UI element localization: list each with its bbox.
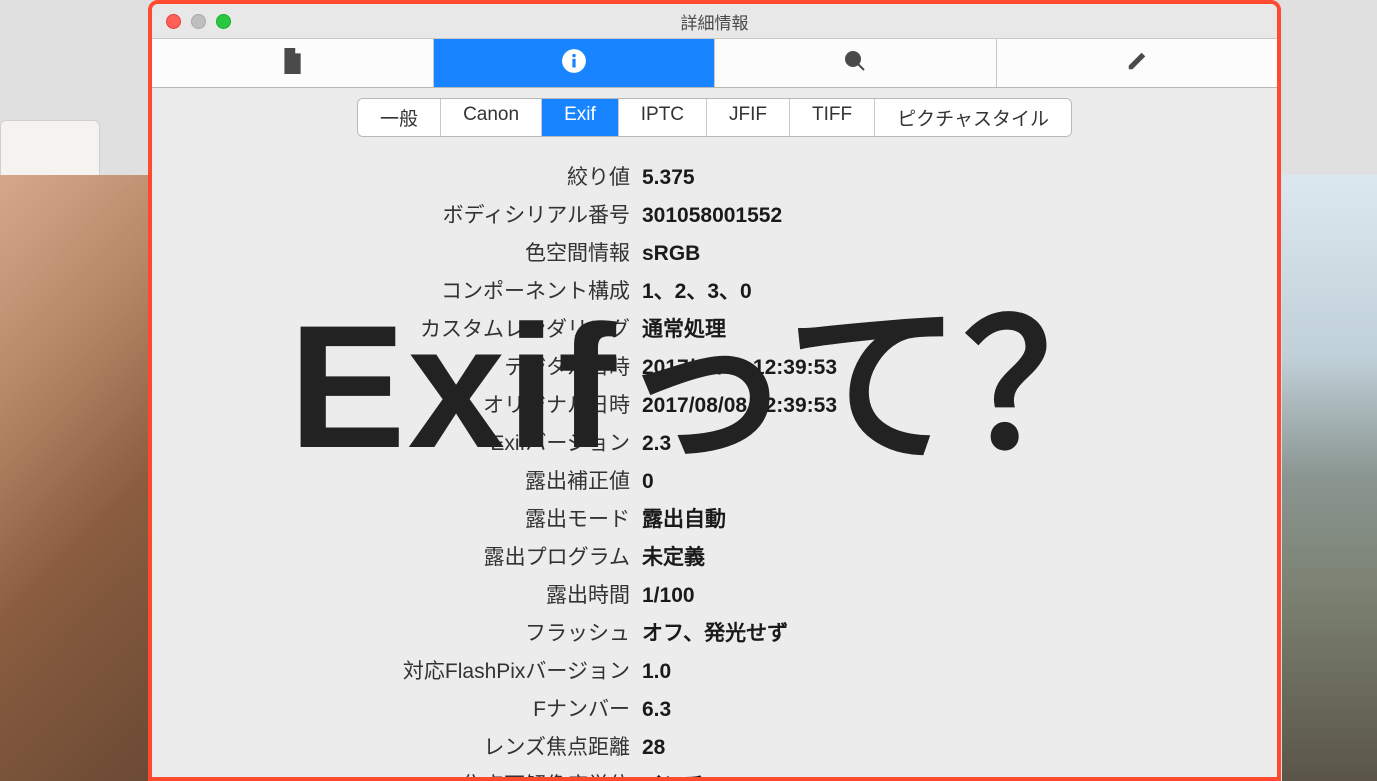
property-label: 露出補正値 [152,465,642,495]
property-row: 焦点面解像度単位インチ [152,765,1277,781]
segmented-control: 一般CanonExifIPTCJFIFTIFFピクチャスタイル [152,88,1277,147]
property-row: 色空間情報sRGB [152,233,1277,271]
property-value: 通常処理 [642,313,726,343]
property-value: 2017/08/08 12:39:53 [642,356,837,380]
property-label: Fナンバー [152,693,642,723]
property-row: Fナンバー6.3 [152,689,1277,727]
tab-jfif[interactable]: JFIF [707,99,790,136]
edit-tab-button[interactable] [997,39,1278,87]
search-icon [843,49,867,78]
property-value: 未定義 [642,541,705,571]
parent-window-panel [0,120,100,180]
property-label: フラッシュ [152,617,642,647]
tab-tiff[interactable]: TIFF [790,99,875,136]
property-label: 対応FlashPixバージョン [152,655,642,685]
property-value: 0 [642,470,654,494]
property-row: Exifバージョン2.3 [152,423,1277,461]
property-label: カスタムレンダリング [152,313,642,343]
property-label: 焦点面解像度単位 [152,769,642,781]
file-icon [281,48,303,79]
file-tab-button[interactable] [152,39,434,87]
property-value: 1、2、3、0 [642,275,752,305]
property-label: 絞り値 [152,161,642,191]
property-label: Exifバージョン [152,427,642,457]
property-value: 1/100 [642,584,695,608]
property-value: sRGB [642,242,700,266]
property-row: デジタル日時2017/08/08 12:39:53 [152,347,1277,385]
tab-iptc[interactable]: IPTC [619,99,707,136]
close-button[interactable] [166,14,181,29]
zoom-button[interactable] [216,14,231,29]
titlebar: 詳細情報 [152,4,1277,38]
property-value: 2.3 [642,432,671,456]
property-label: 色空間情報 [152,237,642,267]
property-label: ボディシリアル番号 [152,199,642,229]
property-value: 28 [642,736,665,760]
property-value: 露出自動 [642,503,726,533]
property-value: インチ [642,769,705,781]
property-row: フラッシュオフ、発光せず [152,613,1277,651]
toolbar [152,38,1277,88]
exif-properties: 絞り値5.375ボディシリアル番号301058001552色空間情報sRGBコン… [152,147,1277,781]
property-value: 5.375 [642,166,695,190]
property-value: 1.0 [642,660,671,684]
property-row: 露出補正値0 [152,461,1277,499]
property-label: レンズ焦点距離 [152,731,642,761]
property-row: コンポーネント構成1、2、3、0 [152,271,1277,309]
property-value: 2017/08/08 12:39:53 [642,394,837,418]
property-label: デジタル日時 [152,351,642,381]
pencil-icon [1126,50,1148,77]
background-image-left [0,175,148,781]
property-label: オリジナル日時 [152,389,642,419]
tab-canon[interactable]: Canon [441,99,542,136]
info-icon [561,48,587,79]
tab-ピクチャスタイル[interactable]: ピクチャスタイル [875,99,1071,136]
property-value: 301058001552 [642,204,782,228]
property-row: 対応FlashPixバージョン1.0 [152,651,1277,689]
info-tab-button[interactable] [434,39,716,87]
property-value: オフ、発光せず [642,617,788,647]
traffic-lights [152,14,231,29]
property-row: オリジナル日時2017/08/08 12:39:53 [152,385,1277,423]
property-row: 露出プログラム未定義 [152,537,1277,575]
property-row: 露出時間1/100 [152,575,1277,613]
tab-一般[interactable]: 一般 [358,99,441,136]
search-tab-button[interactable] [715,39,997,87]
info-window: 詳細情報 一般CanonExifIPTCJFIFTIFFピクチャスタイル 絞り値… [148,0,1281,781]
property-row: カスタムレンダリング通常処理 [152,309,1277,347]
window-title: 詳細情報 [152,9,1277,34]
property-value: 6.3 [642,698,671,722]
property-label: 露出プログラム [152,541,642,571]
tab-exif[interactable]: Exif [542,99,619,136]
property-label: コンポーネント構成 [152,275,642,305]
property-row: 露出モード露出自動 [152,499,1277,537]
property-row: ボディシリアル番号301058001552 [152,195,1277,233]
property-row: レンズ焦点距離28 [152,727,1277,765]
property-label: 露出時間 [152,579,642,609]
background-image-right [1282,175,1377,781]
property-label: 露出モード [152,503,642,533]
property-row: 絞り値5.375 [152,157,1277,195]
minimize-button[interactable] [191,14,206,29]
